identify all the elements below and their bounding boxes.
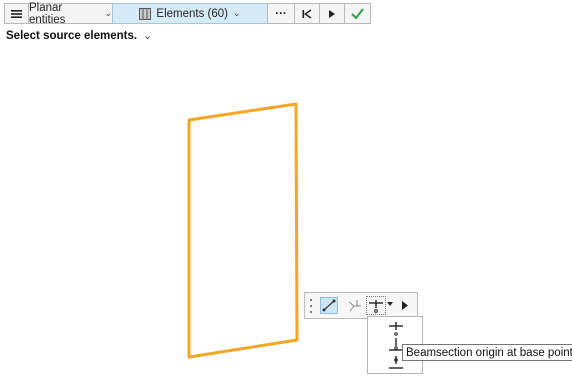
beamsection-icon [369, 300, 383, 313]
dropdown-arrow-icon[interactable] [387, 302, 394, 308]
drag-handle-icon[interactable] [309, 298, 313, 314]
mini-toolbar [304, 292, 418, 319]
vector-axes-icon[interactable] [346, 297, 363, 314]
beamsection-origin-top-option[interactable] [368, 319, 422, 337]
beamsection-origin-top-icon [389, 322, 403, 336]
beamsection-origin-button[interactable] [366, 296, 386, 315]
tooltip-text: Beamsection origin at base point [406, 347, 572, 359]
play-icon[interactable] [402, 301, 409, 310]
graphics-canvas[interactable] [0, 0, 572, 389]
tooltip: Beamsection origin at base point [402, 344, 572, 361]
selected-element-outline[interactable] [187, 102, 299, 359]
line-direction-button[interactable] [320, 297, 338, 314]
line-direction-icon [322, 299, 336, 312]
